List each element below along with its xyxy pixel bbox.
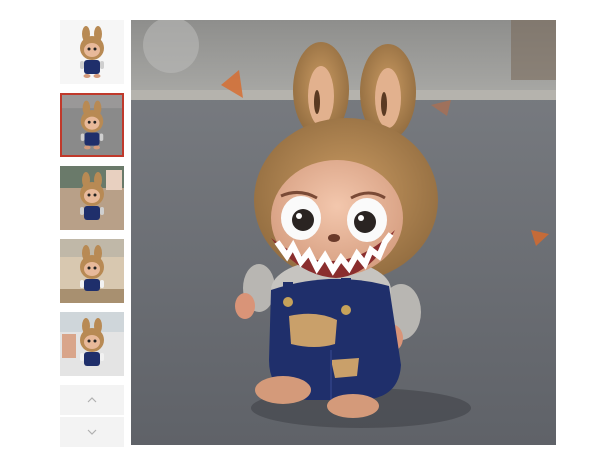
product-photo (131, 20, 556, 445)
thumbnail-image-shop (60, 166, 124, 230)
thumbnail-scroll-up-button[interactable] (60, 385, 124, 415)
thumbnail-3[interactable] (60, 166, 124, 230)
thumbnail-image-studio (60, 20, 124, 84)
thumbnail-5[interactable] (60, 312, 124, 376)
main-product-image[interactable] (131, 20, 556, 445)
thumbnail-1[interactable] (60, 20, 124, 84)
thumbnail-scroll-down-button[interactable] (60, 417, 124, 447)
chevron-down-icon (87, 429, 97, 435)
thumbnail-image-kitchen (60, 239, 124, 303)
chevron-up-icon (87, 397, 97, 403)
thumbnail-rail (60, 20, 124, 450)
thumbnail-2[interactable] (60, 93, 124, 157)
thumbnail-4[interactable] (60, 239, 124, 303)
thumbnail-image-interior (60, 312, 124, 376)
thumbnail-image-street (62, 95, 122, 155)
